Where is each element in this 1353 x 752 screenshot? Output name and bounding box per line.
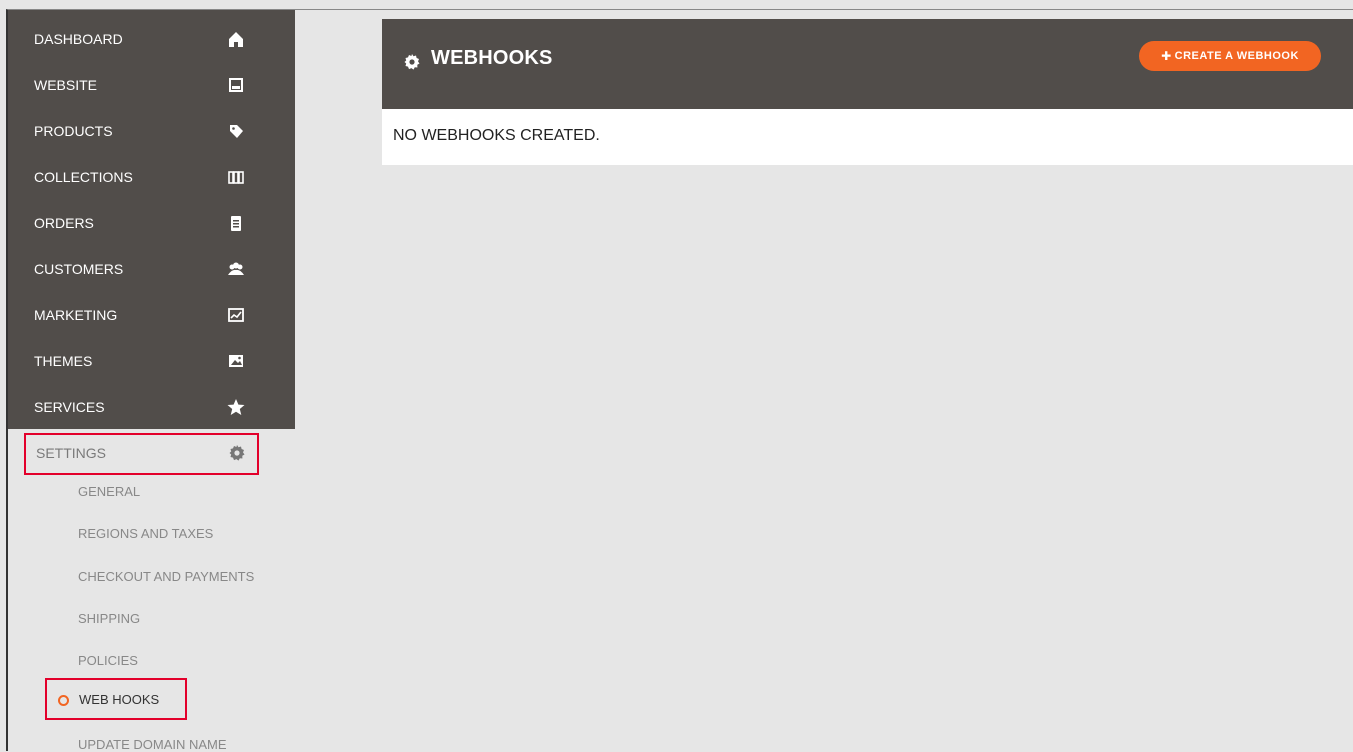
submenu-item-general[interactable]: GENERAL: [78, 484, 140, 499]
collections-icon: [226, 167, 246, 187]
sidebar-item-products[interactable]: PRODUCTS: [8, 108, 295, 154]
sidebar-item-website[interactable]: WEBSITE: [8, 62, 295, 108]
sidebar-item-label: ORDERS: [34, 215, 94, 231]
sidebar-item-customers[interactable]: CUSTOMERS: [8, 246, 295, 292]
plus-icon: ✚: [1161, 49, 1172, 63]
sidebar-item-settings[interactable]: SETTINGS: [24, 433, 259, 475]
submenu-item-label: WEB HOOKS: [79, 692, 160, 707]
gear-icon: [227, 443, 247, 463]
page-title: WEBHOOKS: [431, 47, 553, 69]
submenu-item-regions-and-taxes[interactable]: REGIONS AND TAXES: [78, 526, 213, 541]
create-webhook-button[interactable]: ✚ CREATE A WEBHOOK: [1139, 41, 1321, 71]
sidebar-nav: DASHBOARD WEBSITE PRODUCTS COLLECTIONS O…: [8, 10, 295, 429]
sidebar-item-label: CUSTOMERS: [34, 261, 124, 277]
sidebar-item-label: THEMES: [34, 353, 93, 369]
sidebar-item-marketing[interactable]: MARKETING: [8, 292, 295, 338]
sidebar-item-themes[interactable]: THEMES: [8, 338, 295, 384]
sidebar-item-orders[interactable]: ORDERS: [8, 200, 295, 246]
tag-icon: [226, 121, 246, 141]
submenu-item-checkout-and-payments[interactable]: CHECKOUT AND PAYMENTS: [78, 569, 254, 584]
submenu-item-shipping[interactable]: SHIPPING: [78, 611, 140, 626]
sidebar-item-label: SERVICES: [34, 399, 105, 415]
chart-icon: [226, 305, 246, 325]
sidebar-item-label: COLLECTIONS: [34, 169, 133, 185]
submenu-item-web-hooks[interactable]: WEB HOOKS: [45, 678, 187, 720]
sidebar-item-label: SETTINGS: [36, 445, 107, 461]
sidebar-item-label: MARKETING: [34, 307, 118, 323]
sidebar-item-label: PRODUCTS: [34, 123, 113, 139]
website-icon: [226, 75, 246, 95]
webhooks-panel: NO WEBHOOKS CREATED.: [382, 109, 1353, 165]
sidebar-item-label: DASHBOARD: [34, 31, 123, 47]
image-icon: [226, 351, 246, 371]
sidebar-item-label: WEBSITE: [34, 77, 98, 93]
sidebar-item-services[interactable]: SERVICES: [8, 384, 295, 430]
submenu-item-update-domain-name[interactable]: UPDATE DOMAIN NAME: [78, 737, 227, 752]
empty-state-message: NO WEBHOOKS CREATED.: [393, 127, 600, 144]
sidebar-item-collections[interactable]: COLLECTIONS: [8, 154, 295, 200]
sidebar-item-dashboard[interactable]: DASHBOARD: [8, 16, 295, 62]
users-icon: [226, 259, 246, 279]
active-indicator-icon: [58, 695, 69, 706]
star-icon: [226, 397, 246, 417]
clipboard-icon: [226, 213, 246, 233]
sidebar: DASHBOARD WEBSITE PRODUCTS COLLECTIONS O…: [8, 10, 295, 752]
gear-icon: [402, 52, 422, 72]
home-icon: [226, 29, 246, 49]
page-header: WEBHOOKS ✚ CREATE A WEBHOOK: [382, 19, 1353, 109]
submenu-item-policies[interactable]: POLICIES: [78, 653, 138, 668]
create-webhook-label: CREATE A WEBHOOK: [1174, 50, 1299, 62]
